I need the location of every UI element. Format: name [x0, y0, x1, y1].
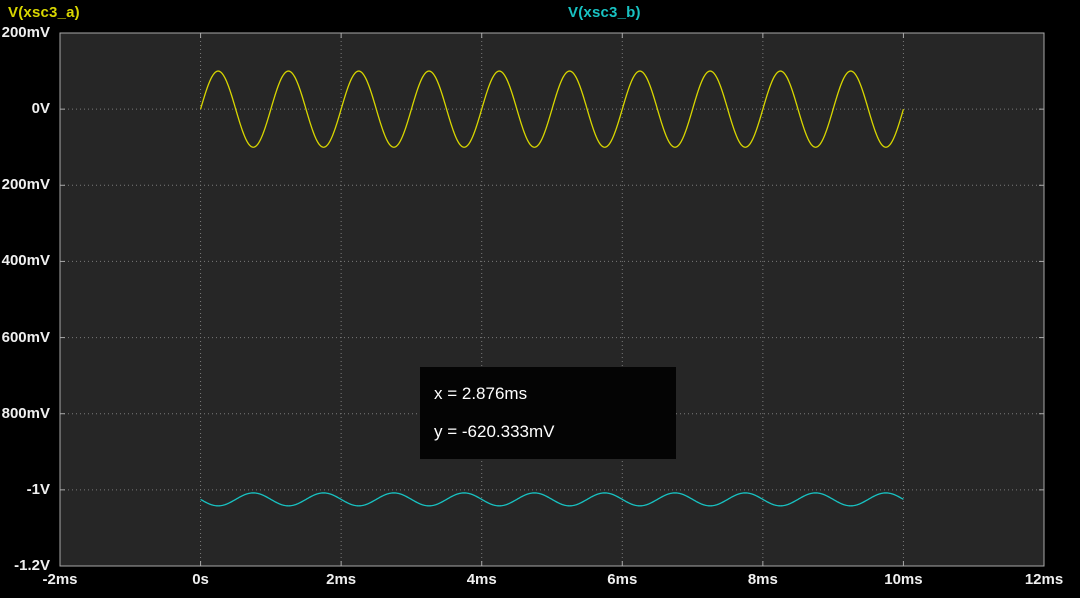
- x-tick-label: 4ms: [452, 571, 512, 588]
- y-tick-label: 800mV: [0, 404, 50, 424]
- legend-trace-b: V(xsc3_b): [568, 4, 641, 21]
- cursor-y-value: y = -620.333mV: [434, 422, 676, 442]
- legend-trace-a: V(xsc3_a): [8, 4, 80, 21]
- y-tick-label: 0V: [0, 99, 50, 119]
- y-tick-label: -1V: [0, 480, 50, 500]
- y-tick-label: 200mV: [0, 23, 50, 43]
- plot-background: [60, 33, 1044, 566]
- x-tick-label: 2ms: [311, 571, 371, 588]
- y-tick-label: 200mV: [0, 175, 50, 195]
- cursor-x-value: x = 2.876ms: [434, 384, 676, 404]
- x-tick-label: 12ms: [1014, 571, 1074, 588]
- x-tick-label: 10ms: [873, 571, 933, 588]
- x-tick-label: 0s: [171, 571, 231, 588]
- y-tick-label: 400mV: [0, 251, 50, 271]
- plot-area[interactable]: V(xsc3_a) V(xsc3_b) -2ms0s2ms4ms6ms8ms10…: [0, 0, 1080, 598]
- x-tick-label: 6ms: [592, 571, 652, 588]
- waveform-viewer: { "legend": { "trace_a": { "label": "V(x…: [0, 0, 1080, 598]
- y-tick-label: -1.2V: [0, 556, 50, 576]
- x-tick-label: 8ms: [733, 571, 793, 588]
- cursor-readout: x = 2.876ms y = -620.333mV: [420, 367, 676, 459]
- plot-canvas[interactable]: [0, 0, 1080, 598]
- y-tick-label: 600mV: [0, 328, 50, 348]
